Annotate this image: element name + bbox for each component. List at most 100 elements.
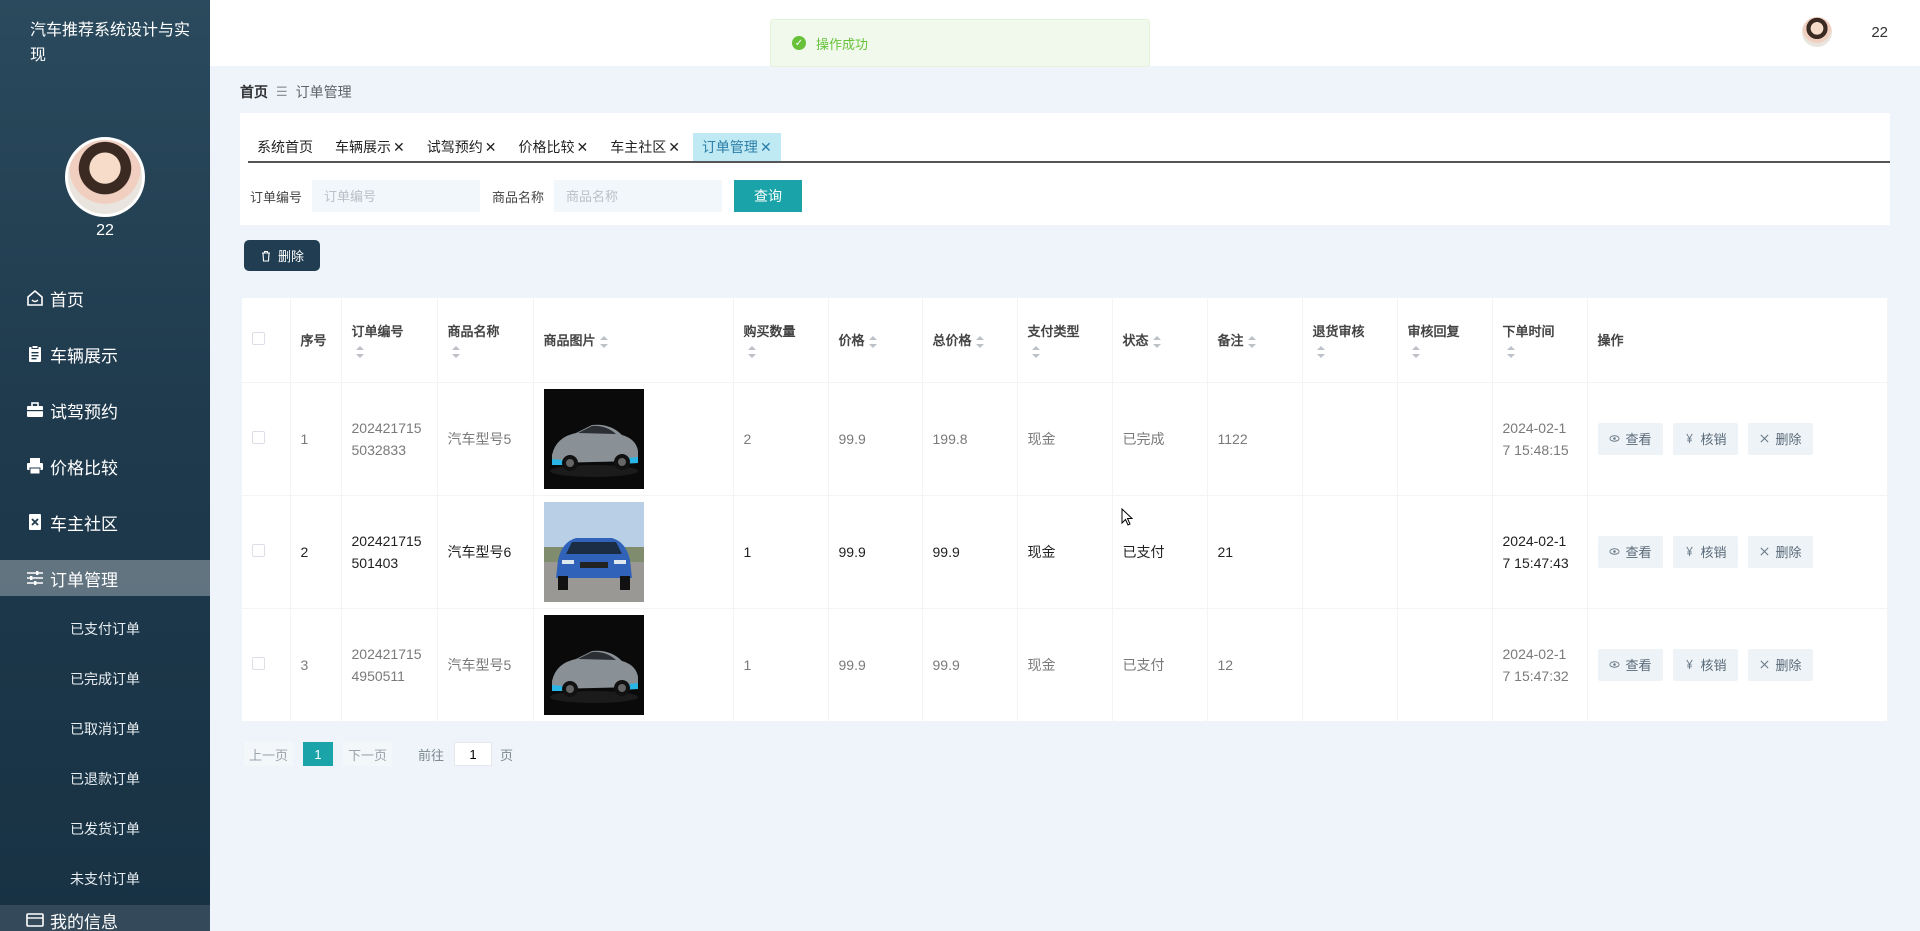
submenu-item-unpaid[interactable]: 未支付订单 [0, 854, 210, 904]
close-icon[interactable]: ✕ [760, 139, 772, 156]
tab-test-drive[interactable]: 试驾预约 ✕ [418, 133, 506, 161]
page-tabs: 系统首页 车辆展示 ✕ 试驾预约 ✕ 价格比较 ✕ 车主社区 ✕ 订单管理 ✕ [248, 133, 1890, 163]
table-row: 3 202421715 4950511 汽车型号5 1 99.9 99.9 现金… [242, 607, 1888, 721]
tab-system-home[interactable]: 系统首页 [248, 133, 322, 161]
success-toast: ✓ 操作成功 [770, 19, 1150, 67]
tab-community[interactable]: 车主社区 ✕ [601, 133, 689, 161]
submenu-item-completed[interactable]: 已完成订单 [0, 654, 210, 704]
header-product-image[interactable]: 商品图片 [533, 298, 734, 382]
view-button[interactable]: 查看 [1597, 648, 1663, 681]
header-return-review[interactable]: 退货审核 [1302, 298, 1398, 382]
view-button[interactable]: 查看 [1597, 535, 1663, 568]
verify-button[interactable]: 核销 [1672, 648, 1738, 681]
sidebar-avatar[interactable] [65, 137, 145, 217]
cell-price: 99.9 [828, 381, 923, 495]
header-order-time[interactable]: 下单时间 [1492, 298, 1588, 382]
verify-button[interactable]: 核销 [1672, 535, 1738, 568]
sort-icon[interactable] [975, 335, 984, 348]
submenu-item-cancelled[interactable]: 已取消订单 [0, 704, 210, 754]
header-review-reply[interactable]: 审核回复 [1397, 298, 1493, 382]
document-x-icon [24, 511, 46, 533]
sort-icon[interactable] [1031, 346, 1040, 359]
tab-orders[interactable]: 订单管理 ✕ [692, 133, 781, 161]
goto-page-input[interactable] [454, 742, 493, 766]
cell-order-time: 2024-02-1 7 15:47:32 [1492, 607, 1588, 721]
close-icon[interactable]: ✕ [485, 139, 497, 156]
sidebar-item-label: 试驾预约 [50, 402, 118, 422]
cell-index: 1 [290, 381, 342, 495]
tab-price-compare[interactable]: 价格比较 ✕ [509, 133, 597, 161]
sidebar-item-vehicles[interactable]: 车辆展示 [0, 326, 210, 382]
header-status[interactable]: 状态 [1112, 298, 1208, 382]
row-checkbox[interactable] [252, 656, 265, 670]
blue-suv-image[interactable] [543, 501, 644, 602]
header-total[interactable]: 总价格 [922, 298, 1018, 382]
header-remark[interactable]: 备注 [1207, 298, 1303, 382]
cell-product-name: 汽车型号6 [437, 494, 534, 608]
sort-icon[interactable] [355, 346, 364, 359]
cell-order-no: 202421715 4950511 [341, 607, 438, 721]
select-all-checkbox[interactable] [252, 331, 265, 345]
breadcrumb-home[interactable]: 首页 [240, 82, 268, 102]
delete-row-button[interactable]: 删除 [1747, 422, 1813, 455]
prev-page-button[interactable]: 上一页 [244, 742, 294, 766]
header-pay-type[interactable]: 支付类型 [1017, 298, 1113, 382]
header-price[interactable]: 价格 [828, 298, 923, 382]
submenu-item-refunded[interactable]: 已退款订单 [0, 754, 210, 804]
close-icon [1759, 660, 1769, 669]
app-title: 汽车推荐系统设计与实现 [30, 22, 191, 64]
next-page-button[interactable]: 下一页 [343, 742, 393, 766]
submenu-item-paid[interactable]: 已支付订单 [0, 604, 210, 654]
sidebar-item-price-compare[interactable]: 价格比较 [0, 438, 210, 494]
cell-return-review [1302, 381, 1398, 495]
product-name-input[interactable] [554, 180, 723, 212]
close-icon[interactable]: ✕ [576, 139, 588, 156]
cell-status: 已支付 [1112, 607, 1208, 721]
sort-icon[interactable] [868, 335, 877, 348]
table-row: 2 202421715 501403 汽车型号6 1 99.9 99.9 现金 … [242, 494, 1888, 608]
sort-icon[interactable] [451, 346, 460, 359]
tab-vehicles[interactable]: 车辆展示 ✕ [326, 133, 414, 161]
query-button[interactable]: 查询 [734, 180, 803, 212]
page-number-current[interactable]: 1 [303, 742, 334, 766]
sidebar-item-my-info[interactable]: 我的信息 [0, 905, 210, 931]
sort-icon[interactable] [747, 346, 756, 359]
cell-remark: 21 [1207, 494, 1303, 608]
delete-row-button[interactable]: 删除 [1747, 648, 1813, 681]
batch-delete-button[interactable]: 删除 [244, 240, 320, 271]
cell-pay-type: 现金 [1017, 381, 1113, 495]
sort-icon[interactable] [1247, 335, 1256, 348]
row-checkbox[interactable] [252, 543, 265, 557]
header-username[interactable]: 22 [1871, 24, 1888, 41]
sort-icon[interactable] [1152, 335, 1161, 348]
sort-icon[interactable] [1316, 346, 1325, 359]
verify-button[interactable]: 核销 [1672, 422, 1738, 455]
sort-icon[interactable] [1506, 346, 1515, 359]
close-icon[interactable]: ✕ [393, 139, 405, 156]
view-button[interactable]: 查看 [1597, 422, 1663, 455]
gray-sports-car-image[interactable] [543, 614, 644, 715]
sidebar-item-community[interactable]: 车主社区 [0, 494, 210, 550]
delete-label: 删除 [277, 249, 304, 264]
header-select-all[interactable] [242, 298, 291, 382]
cell-actions: 查看 核销 删除 [1587, 494, 1888, 608]
filter-panel: 系统首页 车辆展示 ✕ 试驾预约 ✕ 价格比较 ✕ 车主社区 ✕ 订单管理 ✕ … [240, 113, 1890, 225]
cell-product-image [533, 381, 734, 495]
submenu-item-shipped[interactable]: 已发货订单 [0, 804, 210, 854]
sidebar-item-label: 车辆展示 [50, 346, 118, 366]
sort-icon[interactable] [599, 335, 608, 348]
sidebar-item-home[interactable]: 首页 [0, 270, 210, 326]
header-product-name[interactable]: 商品名称 [437, 298, 534, 382]
header-quantity[interactable]: 购买数量 [733, 298, 829, 382]
header-avatar[interactable] [1802, 17, 1832, 47]
cell-total: 99.9 [922, 607, 1018, 721]
order-no-input[interactable] [312, 180, 481, 212]
close-icon[interactable]: ✕ [668, 139, 680, 156]
gray-sports-car-image[interactable] [543, 388, 644, 489]
sort-icon[interactable] [1411, 346, 1420, 359]
sidebar-item-test-drive[interactable]: 试驾预约 [0, 382, 210, 438]
row-checkbox[interactable] [252, 430, 265, 444]
sidebar-item-orders[interactable]: 订单管理 [0, 560, 210, 596]
header-order-no[interactable]: 订单编号 [341, 298, 438, 382]
delete-row-button[interactable]: 删除 [1747, 535, 1813, 568]
